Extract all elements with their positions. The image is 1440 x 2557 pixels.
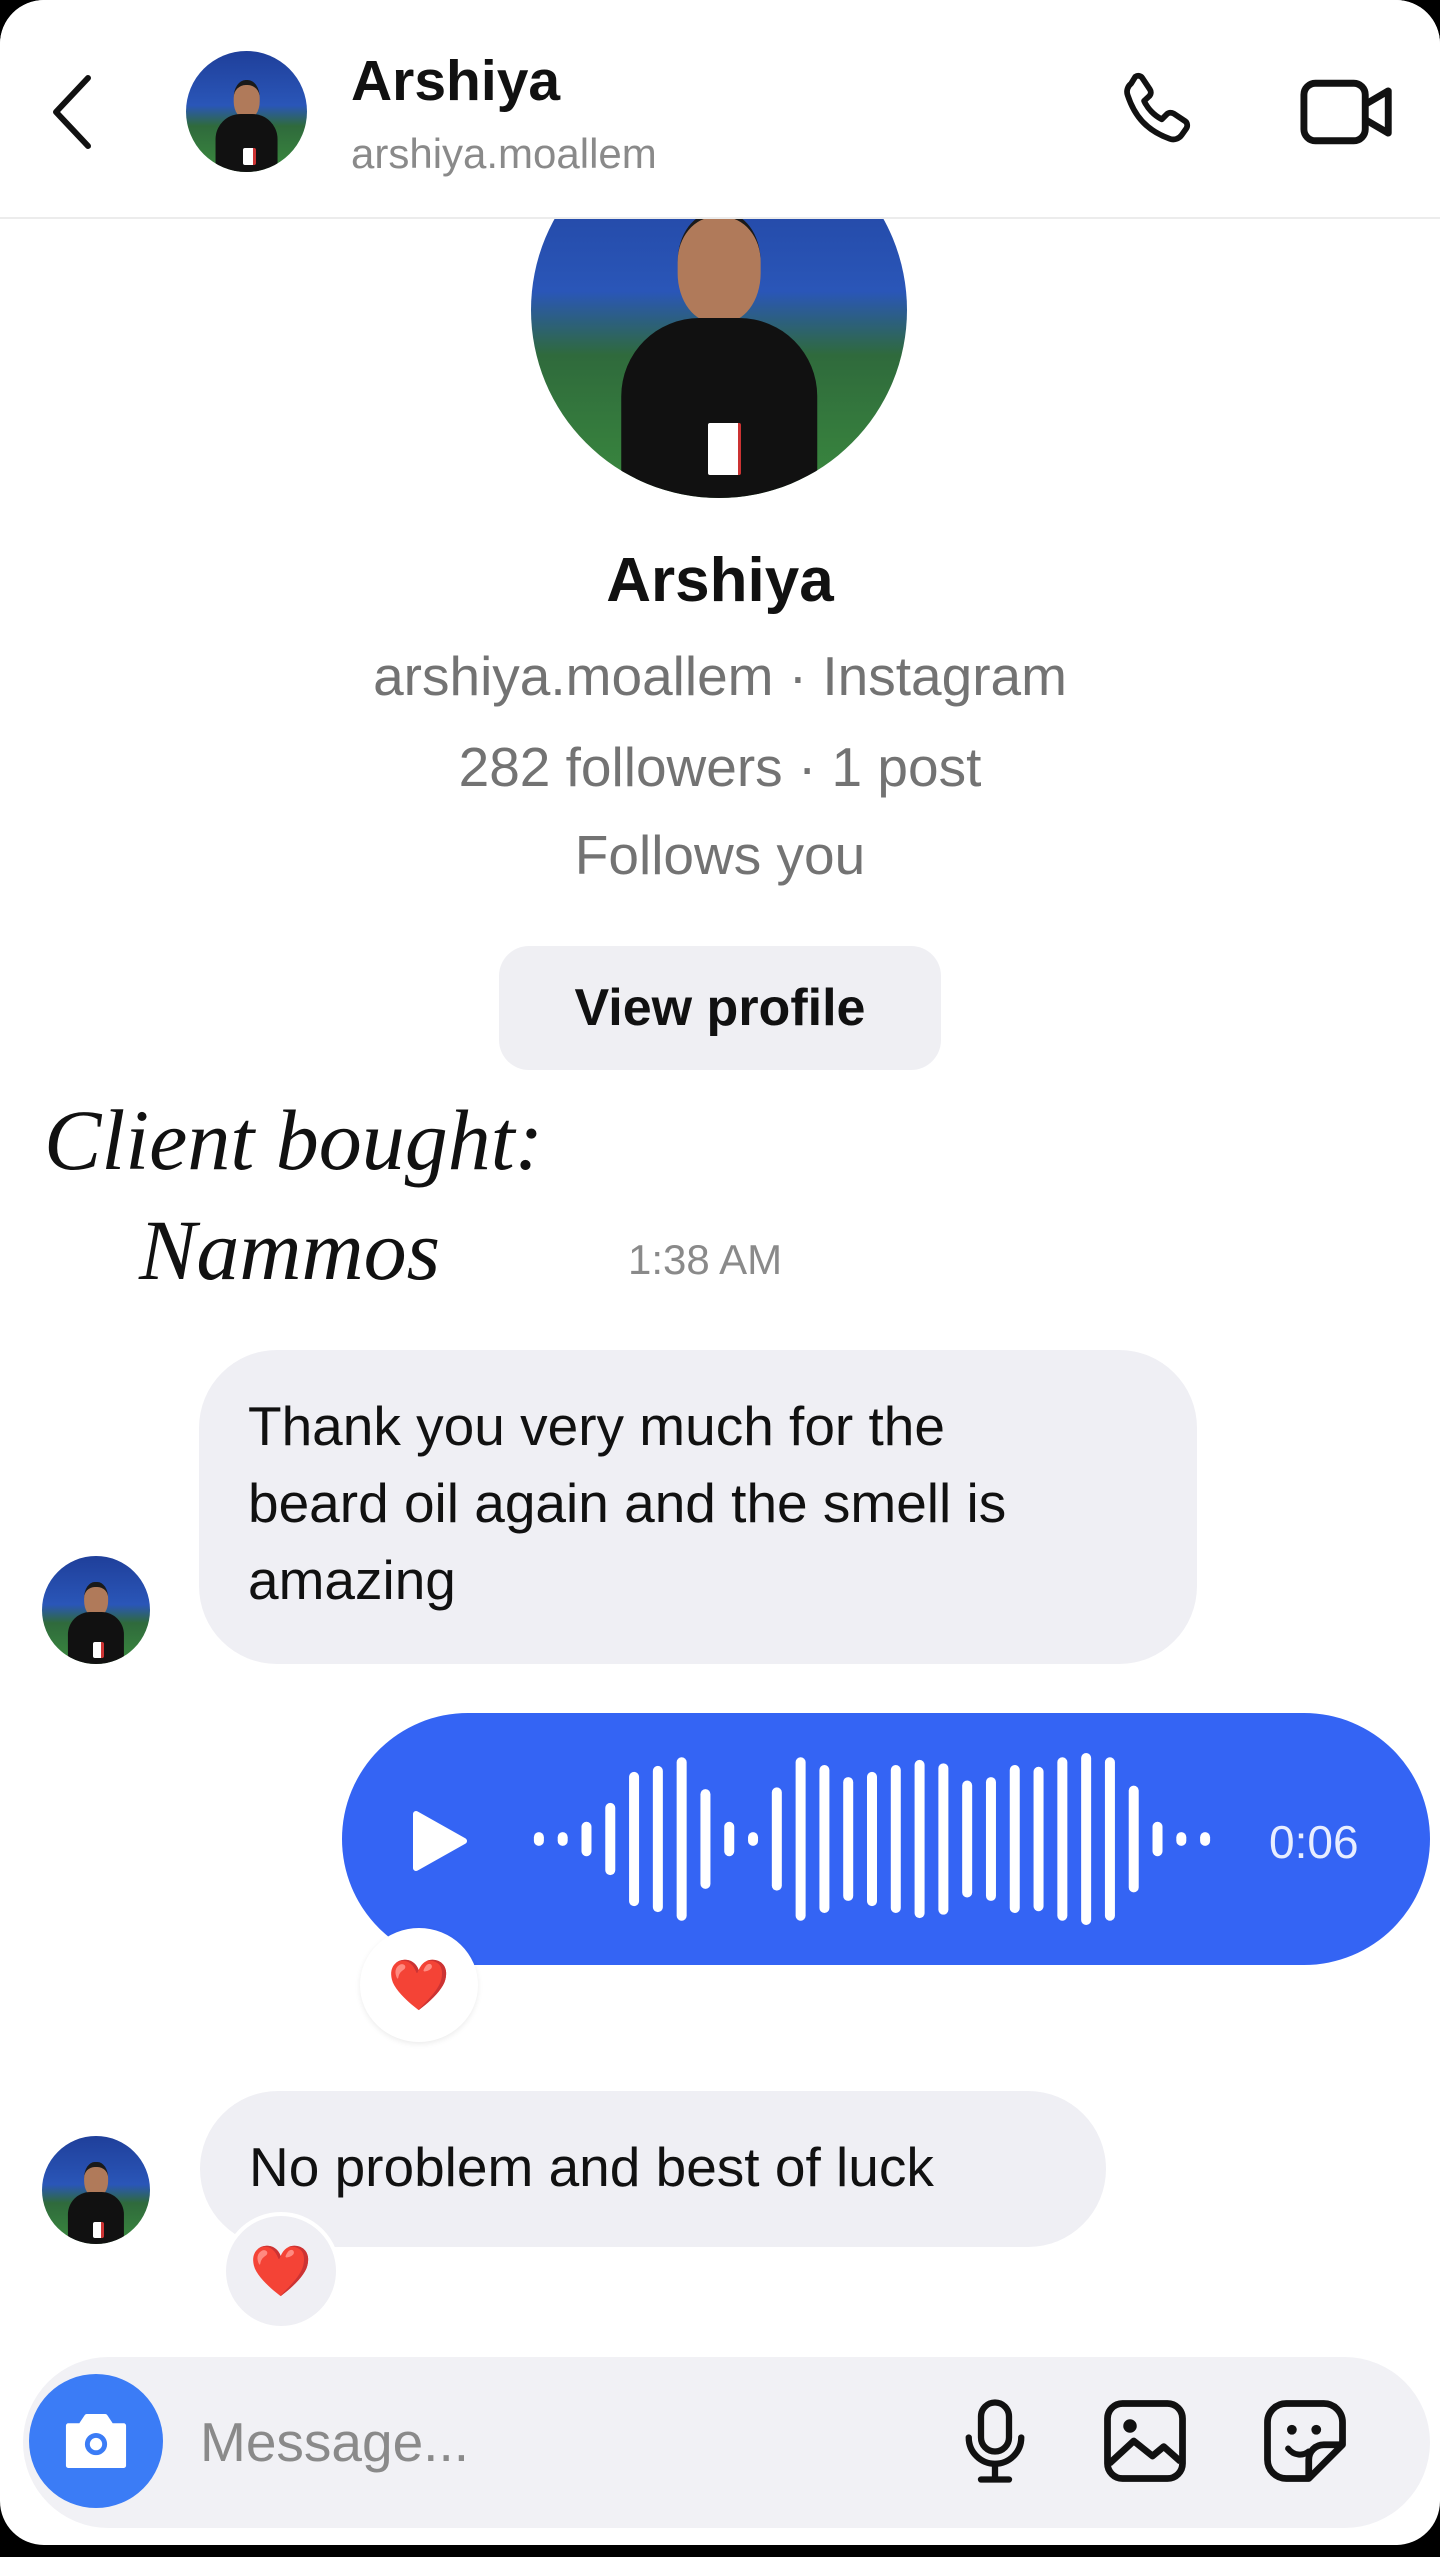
camera-icon [65, 2414, 127, 2468]
sender-avatar[interactable] [42, 1556, 150, 1664]
waveform-bar [557, 1832, 568, 1846]
video-camera-icon[interactable] [1298, 66, 1398, 158]
waveform-bar [1057, 1757, 1068, 1921]
waveform[interactable] [527, 1753, 1217, 1925]
waveform-bar [795, 1757, 806, 1921]
waveform-bar [914, 1759, 925, 1919]
message-line: beard oil again and the smell is [248, 1472, 1007, 1534]
waveform-bar [890, 1765, 901, 1913]
overlay-note-line1: Client bought: [44, 1092, 544, 1188]
waveform-bar [843, 1777, 854, 1901]
waveform-bar [581, 1821, 592, 1857]
voice-duration: 0:06 [1269, 1816, 1359, 1868]
waveform-bar [1176, 1832, 1187, 1846]
waveform-bar [629, 1771, 640, 1907]
waveform-bar [533, 1832, 544, 1846]
chat-header: Arshiya arshiya.moallem [0, 0, 1440, 219]
waveform-bar [771, 1787, 782, 1891]
header-username: arshiya.moallem [351, 130, 657, 177]
message-text: No problem and best of luck [249, 2136, 934, 2198]
microphone-icon[interactable] [953, 2395, 1037, 2487]
waveform-bar [1200, 1832, 1211, 1846]
chat-screen: Arshiya arshiya.moallem Arshiya arshiya.… [0, 0, 1440, 2545]
incoming-message-bubble[interactable]: No problem and best of luck [200, 2091, 1106, 2247]
message-reaction[interactable]: ❤️ [222, 2212, 340, 2330]
waveform-bar [652, 1765, 663, 1913]
waveform-bar [1128, 1785, 1139, 1893]
sticker-icon[interactable] [1260, 2396, 1350, 2486]
message-timestamp: 1:38 AM [628, 1236, 783, 1283]
waveform-bar [1104, 1757, 1115, 1921]
gallery-icon[interactable] [1100, 2396, 1190, 2486]
profile-name: Arshiya [606, 546, 834, 615]
waveform-bar [1009, 1765, 1020, 1913]
view-profile-button[interactable]: View profile [499, 946, 941, 1070]
voice-reaction[interactable]: ❤️ [360, 1928, 478, 2042]
header-title[interactable]: Arshiya [351, 48, 560, 114]
phone-icon[interactable] [1110, 66, 1202, 158]
waveform-bar [819, 1765, 830, 1913]
waveform-bar [1081, 1753, 1092, 1925]
message-input[interactable]: Message... [200, 2410, 469, 2474]
waveform-bar [724, 1821, 735, 1857]
waveform-bar [938, 1763, 949, 1915]
sender-avatar[interactable] [42, 2136, 150, 2244]
waveform-bar [748, 1832, 759, 1846]
waveform-bar [1033, 1766, 1044, 1912]
voice-message-bubble[interactable]: 0:06 [342, 1713, 1430, 1965]
waveform-bar [676, 1757, 687, 1921]
back-chevron-icon[interactable] [44, 72, 104, 152]
camera-button[interactable] [29, 2374, 163, 2508]
waveform-bar [605, 1802, 616, 1876]
waveform-bar [1152, 1821, 1163, 1857]
overlay-note-line2: Nammos [139, 1202, 441, 1298]
waveform-bar [867, 1771, 877, 1907]
follow-status: Follows you [574, 824, 866, 886]
header-avatar[interactable] [186, 51, 307, 172]
incoming-message-bubble[interactable]: Thank you very much for the beard oil ag… [199, 1350, 1197, 1664]
message-line: amazing [248, 1549, 456, 1611]
heart-icon: ❤️ [387, 1956, 451, 2013]
waveform-bar [700, 1789, 711, 1889]
waveform-bar [985, 1777, 996, 1901]
profile-stats: 282 followers · 1 post [458, 736, 982, 798]
play-icon[interactable] [412, 1810, 468, 1872]
profile-handle: arshiya.moallem · Instagram [373, 645, 1067, 707]
waveform-bar [962, 1780, 973, 1898]
heart-icon: ❤️ [249, 2242, 313, 2299]
message-line: Thank you very much for the [248, 1395, 945, 1457]
